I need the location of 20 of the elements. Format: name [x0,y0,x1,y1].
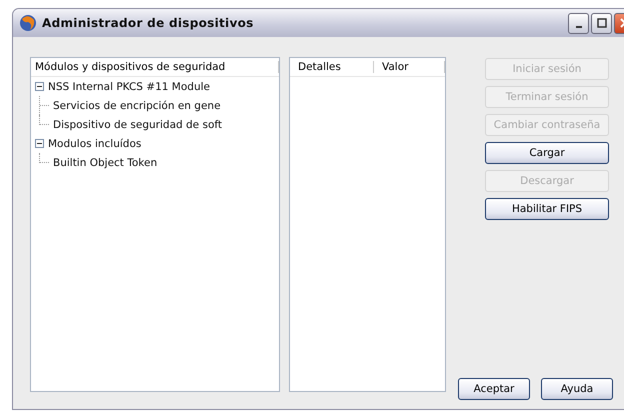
globe-icon [19,14,37,32]
dialog-button[interactable]: Ayuda [541,378,613,400]
minimize-button[interactable] [568,12,589,34]
action-button[interactable]: Habilitar FIPS [485,198,609,220]
action-button[interactable]: Cargar [485,142,609,164]
window-title: Administrador de dispositivos [42,16,255,30]
collapse-icon[interactable] [35,139,44,148]
column-header[interactable]: Módulos y dispositivos de seguridad [35,61,279,73]
maximize-icon [596,18,606,28]
tree-item[interactable]: Servicios de encripción en gene [53,100,221,112]
collapse-icon[interactable] [35,82,44,91]
tree-item[interactable]: Modulos incluídos [48,138,142,150]
tree-item[interactable]: Builtin Object Token [53,156,158,168]
minimize-icon [576,26,582,28]
column-header[interactable]: Detalles [290,61,374,73]
column-header[interactable]: Valor [374,61,445,73]
tree-item[interactable]: Dispositivo de seguridad de soft [53,118,222,130]
dialog-button[interactable]: Aceptar [458,378,530,400]
maximize-button[interactable] [591,12,612,34]
tree-item[interactable]: NSS Internal PKCS #11 Module [48,80,210,92]
